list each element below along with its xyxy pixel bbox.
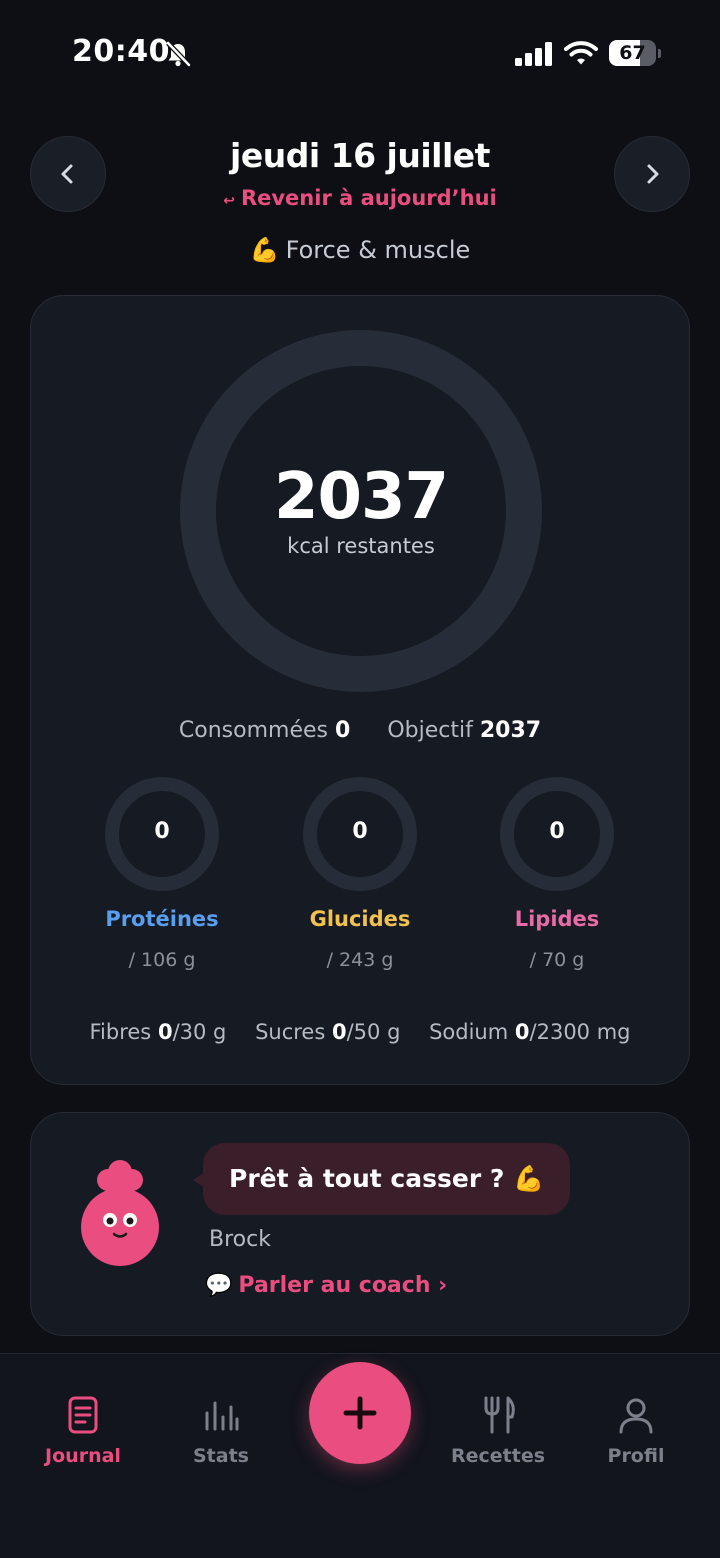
micro-value: 0 bbox=[331, 1020, 347, 1044]
goal-value: 2037 bbox=[479, 718, 542, 743]
person-icon bbox=[619, 1398, 653, 1434]
tab-recipes[interactable]: Recettes bbox=[438, 1395, 558, 1467]
next-day-button[interactable] bbox=[614, 136, 690, 212]
back-to-today-link[interactable]: ↩ Revenir à aujourd’hui bbox=[160, 186, 560, 210]
macro-name: Glucides bbox=[309, 907, 411, 931]
stats-icon bbox=[205, 1401, 239, 1431]
goal-label: Objectif bbox=[387, 718, 473, 743]
goal-stat: Objectif 2037 bbox=[387, 718, 541, 743]
macro-target: / 106 g bbox=[128, 949, 196, 971]
macro-value: 0 bbox=[549, 819, 565, 844]
tab-profile[interactable]: Profil bbox=[576, 1395, 696, 1467]
tab-stats[interactable]: Stats bbox=[161, 1395, 281, 1467]
macro-name: Protéines bbox=[105, 907, 219, 931]
tab-label: Stats bbox=[193, 1445, 249, 1467]
micro-sodium: Sodium 0/2300 mg bbox=[429, 1020, 630, 1044]
chevron-right-icon bbox=[647, 164, 659, 184]
status-bar: 20:40 67 bbox=[0, 0, 720, 105]
status-time: 20:40 bbox=[72, 34, 170, 69]
micro-name: Sucres bbox=[255, 1020, 326, 1044]
speech-balloon-icon: 💬 bbox=[205, 1273, 233, 1298]
macro-name: Lipides bbox=[514, 907, 600, 931]
calorie-summary-line: Consommées 0 Objectif 2037 bbox=[30, 718, 690, 743]
macro-value: 0 bbox=[154, 819, 170, 844]
micro-value: 0 bbox=[514, 1020, 530, 1044]
micro-target: /2300 mg bbox=[529, 1020, 631, 1044]
coach-name: Brock bbox=[209, 1227, 271, 1252]
macro-target: / 70 g bbox=[529, 949, 585, 971]
micro-target: /30 g bbox=[172, 1020, 227, 1044]
micro-name: Fibres bbox=[89, 1020, 152, 1044]
bell-off-icon bbox=[166, 41, 191, 67]
goal-type-label: Force & muscle bbox=[285, 236, 471, 264]
micro-fibers: Fibres 0/30 g bbox=[90, 1020, 227, 1044]
date-title: jeudi 16 juillet bbox=[230, 136, 490, 175]
back-to-today-label: Revenir à aujourd’hui bbox=[240, 186, 497, 210]
talk-to-coach-link[interactable]: 💬 Parler au coach › bbox=[205, 1273, 447, 1298]
micro-value: 0 bbox=[157, 1020, 173, 1044]
macro-target: / 243 g bbox=[326, 949, 394, 971]
battery-level: 67 bbox=[619, 42, 646, 64]
return-arrow-icon: ↩ bbox=[223, 193, 235, 209]
calories-remaining-label: kcal restantes bbox=[287, 534, 435, 558]
journal-icon bbox=[68, 1396, 98, 1434]
fork-knife-icon bbox=[484, 1396, 515, 1434]
wifi-icon bbox=[564, 41, 598, 65]
tab-label: Recettes bbox=[450, 1445, 546, 1467]
talk-to-coach-label: Parler au coach › bbox=[238, 1273, 448, 1298]
flexed-biceps-icon: 💪 bbox=[249, 236, 280, 264]
cellular-signal-icon bbox=[515, 42, 552, 66]
micro-target: /50 g bbox=[346, 1020, 401, 1044]
micro-sugars: Sucres 0/50 g bbox=[255, 1020, 400, 1044]
plus-icon bbox=[343, 1396, 377, 1430]
macro-value: 0 bbox=[352, 819, 368, 844]
coach-message-bubble: Prêt à tout casser ? 💪 bbox=[203, 1143, 571, 1215]
micronutrients-line: Fibres 0/30 g Sucres 0/50 g Sodium 0/230… bbox=[30, 1020, 690, 1044]
coach-mascot-avatar bbox=[81, 1160, 159, 1266]
chevron-left-icon bbox=[61, 164, 73, 184]
micro-name: Sodium bbox=[429, 1020, 509, 1044]
tab-label: Profil bbox=[607, 1445, 665, 1467]
tab-journal[interactable]: Journal bbox=[23, 1395, 143, 1467]
previous-day-button[interactable] bbox=[30, 136, 106, 212]
consumed-stat: Consommées 0 bbox=[179, 718, 350, 743]
consumed-value: 0 bbox=[335, 718, 351, 743]
add-entry-button[interactable] bbox=[309, 1362, 411, 1464]
goal-type: 💪 Force & muscle bbox=[160, 236, 560, 264]
tab-label: Journal bbox=[45, 1445, 121, 1467]
consumed-label: Consommées bbox=[178, 718, 329, 743]
battery-icon: 67 bbox=[609, 40, 661, 66]
calories-remaining-value: 2037 bbox=[273, 460, 449, 534]
